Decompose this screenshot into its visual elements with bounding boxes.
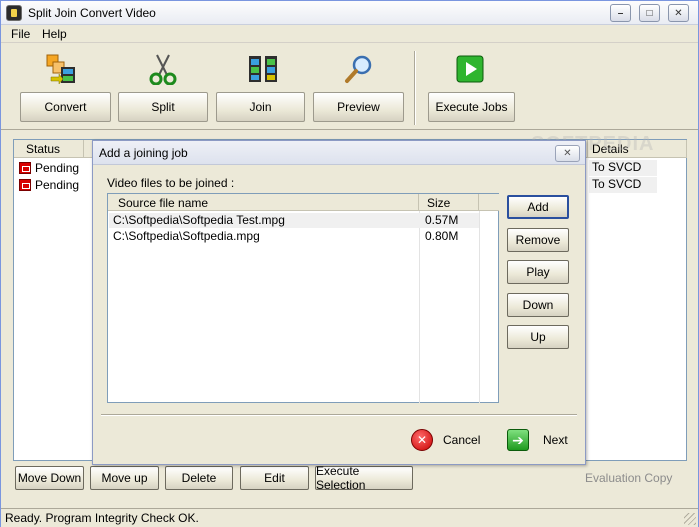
delete-button[interactable]: Delete — [165, 466, 233, 490]
dialog-close-button[interactable]: ✕ — [555, 145, 580, 162]
title-bar[interactable]: Split Join Convert Video – □ ✕ — [1, 1, 698, 25]
column-divider — [479, 211, 480, 403]
film-join-icon — [249, 56, 277, 82]
minimize-button[interactable]: – — [610, 4, 631, 22]
play-icon — [456, 55, 484, 83]
main-window: Split Join Convert Video – □ ✕ File Help — [0, 0, 699, 527]
down-button[interactable]: Down — [507, 293, 569, 317]
convert-icon — [46, 54, 75, 85]
join-button[interactable]: Join — [216, 92, 305, 122]
evaluation-copy-label: Evaluation Copy — [585, 471, 673, 485]
status-text: Ready. Program Integrity Check OK. — [5, 511, 199, 525]
move-up-button[interactable]: Move up — [90, 466, 159, 490]
dialog-title: Add a joining job — [99, 146, 188, 160]
job-status: Pending — [35, 161, 80, 175]
up-button[interactable]: Up — [507, 325, 569, 349]
column-header-blank — [479, 194, 499, 211]
file-size: 0.80M — [425, 229, 459, 243]
column-header-status[interactable]: Status — [14, 140, 84, 158]
play-button[interactable]: Play — [507, 260, 569, 284]
pending-icon — [19, 179, 31, 191]
next-label: Next — [543, 433, 568, 447]
remove-button[interactable]: Remove — [507, 228, 569, 252]
file-row[interactable]: C:\Softpedia\Softpedia.mpg 0.80M — [109, 229, 479, 244]
menu-file[interactable]: File — [11, 27, 30, 41]
split-button[interactable]: Split — [118, 92, 208, 122]
edit-button[interactable]: Edit — [240, 466, 309, 490]
resize-grip-icon[interactable] — [684, 513, 696, 525]
scissors-icon — [149, 54, 177, 85]
dialog-title-bar[interactable]: Add a joining job ✕ — [93, 141, 585, 165]
maximize-button[interactable]: □ — [639, 4, 660, 22]
files-label: Video files to be joined : — [107, 176, 235, 190]
file-row[interactable]: C:\Softpedia\Softpedia Test.mpg 0.57M — [109, 213, 479, 228]
menu-help[interactable]: Help — [42, 27, 67, 41]
job-status: Pending — [35, 178, 80, 192]
close-button[interactable]: ✕ — [668, 4, 689, 22]
toolbar-separator — [414, 51, 416, 125]
execute-jobs-button[interactable]: Execute Jobs — [428, 92, 515, 122]
app-icon — [6, 5, 22, 21]
add-joining-job-dialog: Add a joining job ✕ Video files to be jo… — [92, 140, 586, 465]
status-bar: Ready. Program Integrity Check OK. — [1, 508, 698, 527]
dialog-separator — [101, 414, 577, 416]
column-header-source-file[interactable]: Source file name — [108, 194, 419, 211]
next-action[interactable]: ➔ Next — [507, 428, 568, 452]
magnifier-icon — [345, 55, 372, 83]
file-size: 0.57M — [425, 213, 459, 227]
execute-selection-button[interactable]: Execute Selection — [315, 464, 413, 492]
file-name: C:\Softpedia\Softpedia Test.mpg — [113, 213, 285, 227]
file-name: C:\Softpedia\Softpedia.mpg — [113, 229, 260, 243]
job-details: To SVCD — [589, 177, 657, 193]
cancel-icon: ✕ — [411, 429, 433, 451]
add-button[interactable]: Add — [507, 195, 569, 219]
menu-bar: File Help — [1, 25, 698, 43]
source-file-list[interactable]: Source file name Size C:\Softpedia\Softp… — [107, 193, 499, 403]
convert-button[interactable]: Convert — [20, 92, 111, 122]
job-details: To SVCD — [589, 160, 657, 176]
preview-button[interactable]: Preview — [313, 92, 404, 122]
move-down-button[interactable]: Move Down — [15, 466, 84, 490]
window-title: Split Join Convert Video — [28, 6, 156, 20]
column-header-size[interactable]: Size — [419, 194, 479, 211]
cancel-label: Cancel — [443, 433, 481, 447]
pending-icon — [19, 162, 31, 174]
next-arrow-icon: ➔ — [507, 429, 529, 451]
cancel-action[interactable]: ✕ Cancel — [411, 428, 480, 452]
